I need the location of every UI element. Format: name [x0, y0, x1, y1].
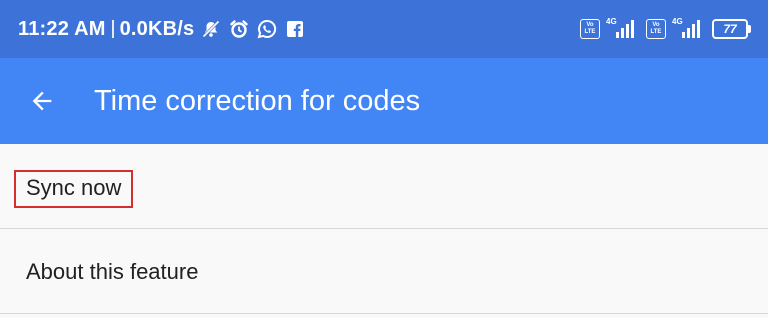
- volte-label-top: Vo: [652, 22, 660, 28]
- signal-bar: [682, 32, 685, 38]
- signal-strength-icon-sim1: 4G: [606, 17, 636, 40]
- signal-bar: [631, 20, 634, 38]
- app-bar: Time correction for codes: [0, 58, 768, 144]
- network-type-label: 4G: [606, 17, 617, 26]
- network-type-label: 4G: [672, 17, 683, 26]
- status-time: 11:22 AM: [18, 17, 106, 40]
- battery-level: 77: [723, 22, 737, 36]
- list-divider: [0, 313, 768, 314]
- signal-bar: [621, 28, 624, 38]
- facebook-icon: [284, 18, 306, 40]
- mute-icon: [200, 18, 222, 40]
- phone-screen: 11:22 AM 0.0KB/s Vo LTE 4G Vo LTE 4G 77 …: [0, 0, 768, 318]
- sync-now-item[interactable]: Sync now: [0, 144, 768, 228]
- signal-bar: [616, 32, 619, 38]
- network-speed: 0.0KB/s: [119, 17, 195, 40]
- about-feature-item[interactable]: About this feature: [0, 229, 768, 313]
- sync-now-label: Sync now: [14, 170, 134, 208]
- volte-label-top: Vo: [586, 22, 594, 28]
- volte-icon: Vo LTE: [646, 19, 666, 39]
- status-separator: [111, 20, 114, 38]
- status-bar: 11:22 AM 0.0KB/s Vo LTE 4G Vo LTE 4G 77: [0, 0, 768, 58]
- volte-label-bottom: LTE: [650, 29, 662, 35]
- status-bar-right: Vo LTE 4G Vo LTE 4G 77: [580, 17, 751, 41]
- arrow-back-icon: [32, 91, 52, 111]
- status-bar-left: 11:22 AM 0.0KB/s: [18, 16, 306, 42]
- signal-bar: [692, 24, 695, 38]
- signal-bar: [687, 28, 690, 38]
- signal-bar: [626, 24, 629, 38]
- battery-icon: 77: [712, 19, 751, 39]
- signal-strength-icon-sim2: 4G: [672, 17, 702, 40]
- volte-icon: Vo LTE: [580, 19, 600, 39]
- signal-bar: [697, 20, 700, 38]
- alarm-icon: [228, 18, 250, 40]
- about-feature-label: About this feature: [26, 259, 199, 284]
- volte-label-bottom: LTE: [584, 29, 596, 35]
- page-title: Time correction for codes: [94, 85, 421, 117]
- back-button[interactable]: [20, 81, 64, 121]
- whatsapp-icon: [256, 18, 278, 40]
